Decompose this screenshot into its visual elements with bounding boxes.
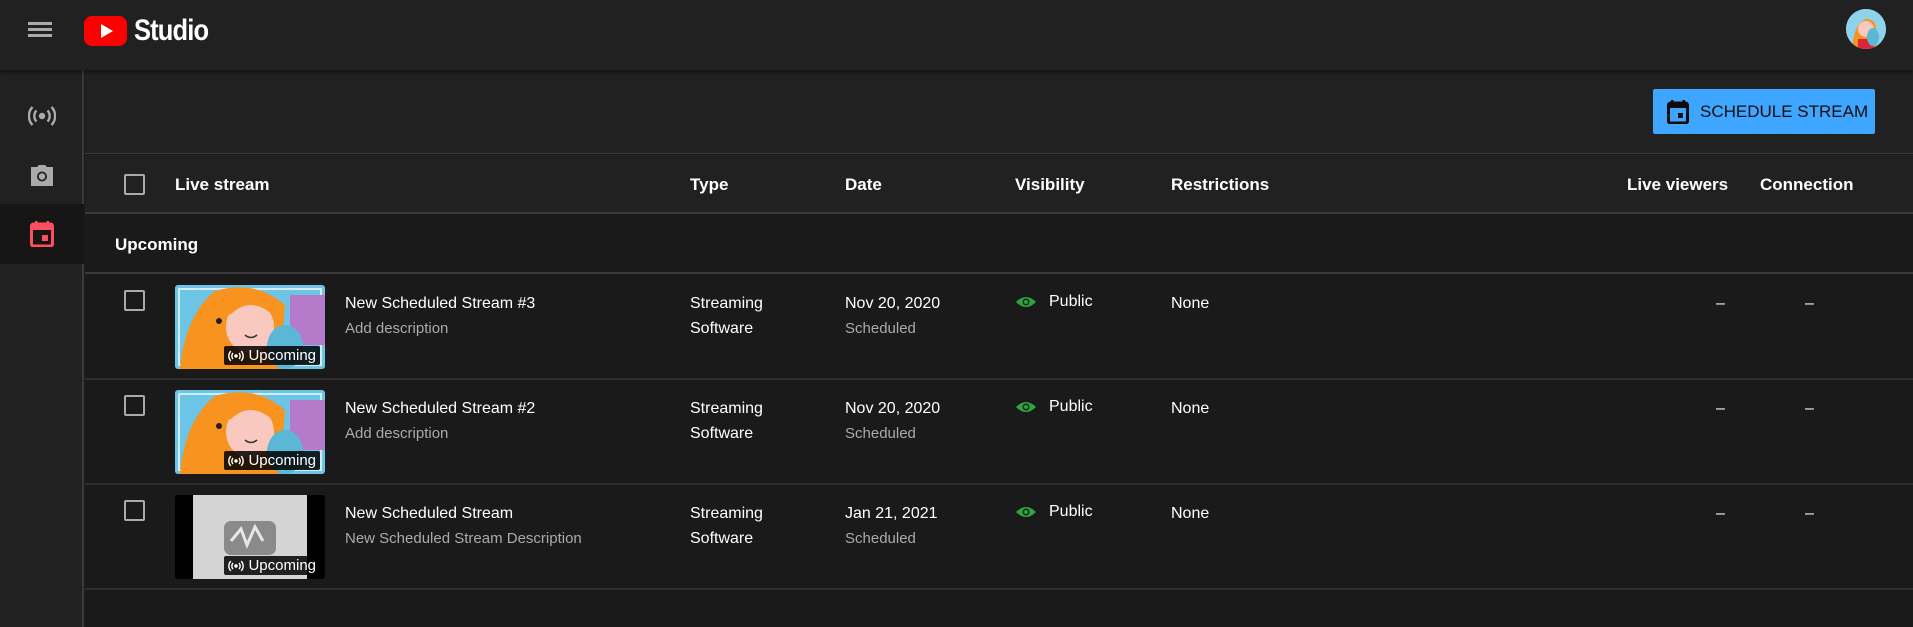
type-line-1: Streaming [690,400,763,417]
visibility-dropdown[interactable]: Public [1015,398,1093,416]
table-row[interactable]: Upcoming New Scheduled Stream #2 Add des… [85,380,1913,485]
row-checkbox[interactable] [124,500,145,521]
youtube-play-icon [84,16,127,46]
visibility-dropdown[interactable]: Public [1015,293,1093,311]
stream-thumbnail[interactable]: Upcoming [175,390,325,474]
type-line-2: Software [690,530,754,547]
column-header-live-viewers[interactable]: Live viewers [1627,175,1728,195]
camera-icon [31,165,53,186]
stream-thumbnail[interactable]: Upcoming [175,285,325,369]
column-header-visibility[interactable]: Visibility [1015,175,1085,195]
stream-description: New Scheduled Stream Description [345,530,582,547]
connection: – [1805,400,1814,417]
connection: – [1805,505,1814,522]
visibility-label: Public [1049,293,1093,310]
live-broadcast-icon [228,455,245,466]
live-viewers: – [1716,295,1725,312]
select-all-checkbox[interactable] [124,174,145,195]
table-header: Live stream Type Date Visibility Restric… [85,155,1913,214]
date-status: Scheduled [845,320,916,337]
column-header-date[interactable]: Date [845,175,882,195]
live-broadcast-icon [228,560,245,571]
connection: – [1805,295,1814,312]
restrictions: None [1171,400,1210,417]
studio-logo[interactable]: Studio [84,14,221,48]
visibility-dropdown[interactable]: Public [1015,503,1093,521]
stream-title[interactable]: New Scheduled Stream [345,505,513,523]
date-status: Scheduled [845,530,916,547]
row-checkbox[interactable] [124,395,145,416]
schedule-stream-button[interactable]: SCHEDULE STREAM [1653,89,1875,134]
column-header-type[interactable]: Type [690,175,728,195]
live-viewers: – [1716,400,1725,417]
restrictions: None [1171,295,1210,312]
date: Jan 21, 2021 [845,505,938,522]
type-line-1: Streaming [690,295,763,312]
date: Nov 20, 2020 [845,295,941,312]
logo-text: Studio [134,14,209,47]
schedule-stream-label: SCHEDULE STREAM [1700,101,1869,121]
toolbar: SCHEDULE STREAM [85,70,1913,154]
column-header-live-stream[interactable]: Live stream [175,175,270,195]
eye-icon [1016,297,1036,307]
stream-description: Add description [345,425,449,442]
upcoming-badge: Upcoming [224,451,320,470]
column-header-restrictions[interactable]: Restrictions [1171,175,1269,195]
eye-icon [1016,402,1036,412]
live-broadcast-icon [228,350,245,361]
live-broadcast-icon [28,106,56,126]
top-bar: Studio [0,0,1913,70]
date-status: Scheduled [845,425,916,442]
sidebar-item-manage[interactable] [0,204,84,264]
eye-icon [1016,507,1036,517]
avatar[interactable] [1846,9,1886,49]
stream-title[interactable]: New Scheduled Stream #2 [345,400,535,418]
stream-title[interactable]: New Scheduled Stream #3 [345,295,535,313]
calendar-icon [30,221,54,247]
visibility-label: Public [1049,398,1093,415]
badge-label: Upcoming [248,347,316,364]
sidebar [0,70,84,627]
upcoming-badge: Upcoming [224,556,320,575]
date: Nov 20, 2020 [845,400,941,417]
row-checkbox[interactable] [124,290,145,311]
column-header-connection[interactable]: Connection [1760,175,1854,195]
restrictions: None [1171,505,1210,522]
section-label: Upcoming [115,235,199,254]
sidebar-item-webcam[interactable] [0,146,84,206]
live-viewers: – [1716,505,1725,522]
type-line-2: Software [690,320,754,337]
visibility-label: Public [1049,503,1093,520]
table-row[interactable]: Upcoming New Scheduled Stream #3 Add des… [85,275,1913,380]
sidebar-item-live[interactable] [0,86,84,146]
stream-description: Add description [345,320,449,337]
hamburger-menu-icon[interactable] [26,19,54,41]
section-upcoming: Upcoming [85,215,1913,274]
badge-label: Upcoming [248,452,316,469]
main-content: SCHEDULE STREAM Live stream Type Date Vi… [85,70,1913,627]
stream-thumbnail[interactable]: Upcoming [175,495,325,579]
table-row[interactable]: Upcoming New Scheduled Stream New Schedu… [85,485,1913,590]
type-line-1: Streaming [690,505,763,522]
type-line-2: Software [690,425,754,442]
upcoming-badge: Upcoming [224,346,320,365]
calendar-icon [1667,99,1689,124]
badge-label: Upcoming [248,557,316,574]
